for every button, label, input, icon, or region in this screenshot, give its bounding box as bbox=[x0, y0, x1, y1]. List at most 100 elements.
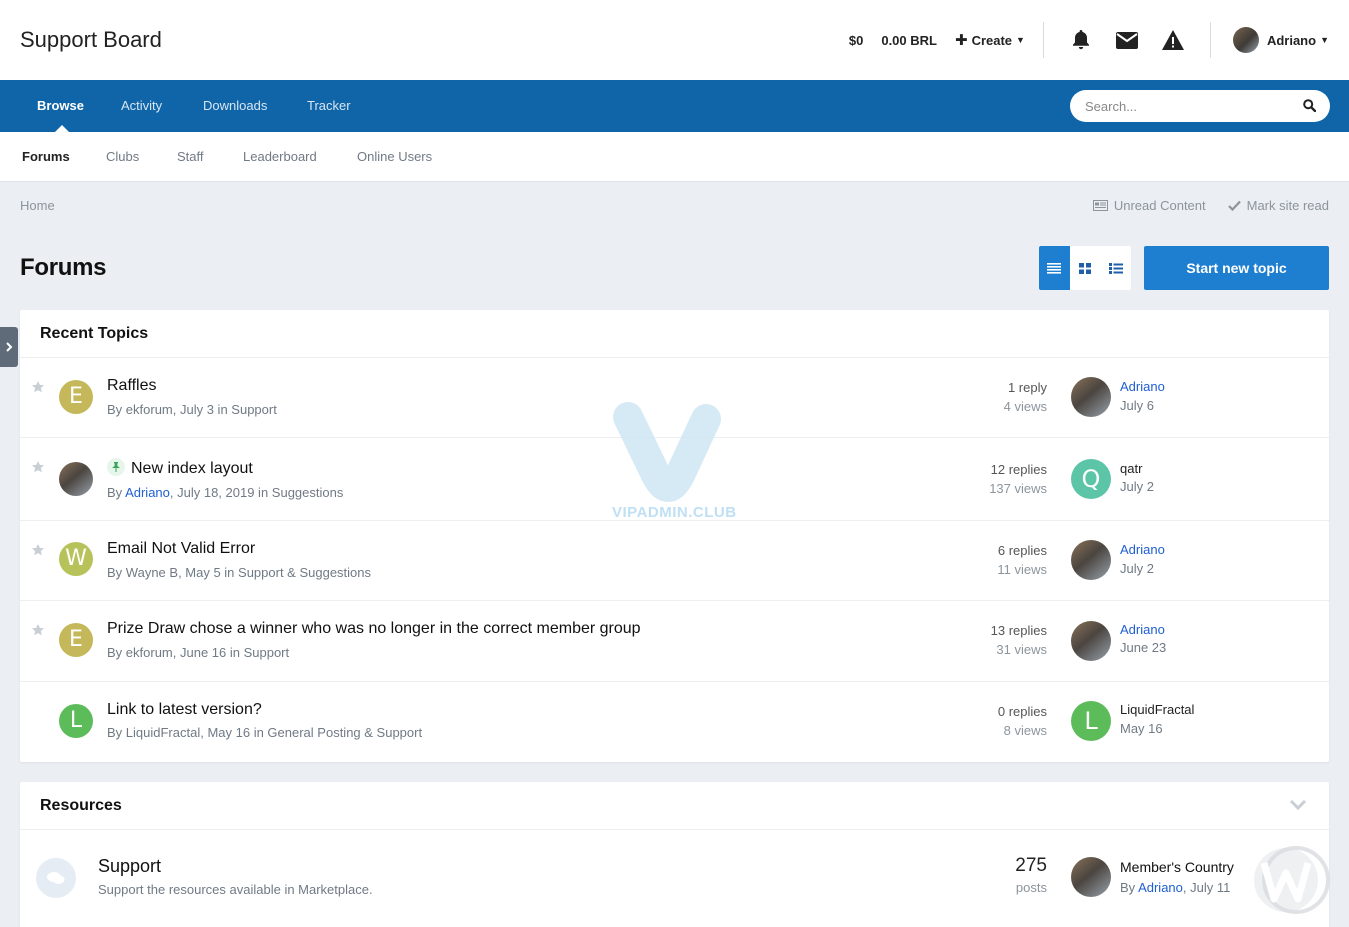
header-actions: $0 0.00 BRL ✚ Create ▼ Adriano ▼ bbox=[825, 0, 1329, 80]
chevron-right-icon bbox=[5, 342, 12, 352]
search-input[interactable] bbox=[1085, 97, 1285, 115]
reply-count: 12 replies bbox=[990, 462, 1047, 477]
topic-title[interactable]: New index layout bbox=[131, 460, 253, 477]
topic-author[interactable]: ekforum bbox=[126, 402, 173, 417]
topic-title-wrap[interactable]: New index layout bbox=[107, 458, 253, 478]
last-poster[interactable]: qatr bbox=[1120, 461, 1142, 476]
unread-content-label: Unread Content bbox=[1113, 198, 1206, 213]
star-icon[interactable] bbox=[32, 460, 44, 478]
breadcrumb[interactable]: Home bbox=[20, 198, 55, 213]
list-view-button[interactable] bbox=[1100, 246, 1131, 290]
nav-activity[interactable]: Activity bbox=[121, 80, 162, 132]
subnav-forums[interactable]: Forums bbox=[22, 132, 70, 182]
resources-card: Resources Support Support the resources … bbox=[20, 782, 1329, 927]
last-topic-author[interactable]: Adriano bbox=[1138, 880, 1183, 895]
breadcrumb-actions: Unread Content Mark site read bbox=[1071, 198, 1329, 213]
forum-title[interactable]: Support bbox=[98, 856, 161, 877]
pin-icon bbox=[107, 458, 125, 476]
topic-title[interactable]: Email Not Valid Error bbox=[107, 540, 255, 558]
topic-row[interactable]: E Prize Draw chose a winner who was no l… bbox=[20, 601, 1329, 682]
topic-title[interactable]: Prize Draw chose a winner who was no lon… bbox=[107, 620, 641, 638]
avatar[interactable]: L bbox=[59, 704, 93, 738]
view-count: 11 views bbox=[997, 562, 1047, 577]
start-new-topic-button[interactable]: Start new topic bbox=[1144, 246, 1329, 290]
last-poster[interactable]: Adriano bbox=[1120, 542, 1165, 557]
chat-bubbles-icon bbox=[36, 858, 76, 898]
recent-topics-heading: Recent Topics bbox=[20, 310, 1329, 358]
star-icon[interactable] bbox=[32, 543, 44, 561]
avatar[interactable] bbox=[59, 462, 93, 496]
last-post-date[interactable]: July 2 bbox=[1120, 479, 1154, 494]
table-view-button[interactable] bbox=[1039, 246, 1070, 290]
bell-icon[interactable] bbox=[1070, 29, 1092, 51]
topic-author[interactable]: Wayne B bbox=[126, 565, 178, 580]
last-poster[interactable]: Adriano bbox=[1120, 379, 1165, 394]
last-poster[interactable]: Adriano bbox=[1120, 622, 1165, 637]
balance-brl[interactable]: 0.00 BRL bbox=[881, 33, 937, 48]
grid-icon bbox=[1079, 262, 1091, 274]
envelope-icon[interactable] bbox=[1115, 29, 1138, 51]
topic-title[interactable]: Raffles bbox=[107, 377, 157, 395]
subnav-staff[interactable]: Staff bbox=[177, 132, 204, 182]
page-title: Forums bbox=[20, 254, 107, 281]
view-count: 8 views bbox=[1003, 723, 1047, 738]
topic-stats: 13 replies 31 views bbox=[991, 623, 1047, 657]
topic-stats: 12 replies 137 views bbox=[989, 462, 1047, 496]
avatar[interactable] bbox=[1071, 377, 1111, 417]
last-post-date[interactable]: July 2 bbox=[1120, 561, 1154, 576]
active-indicator bbox=[55, 125, 69, 132]
subnav-online-users[interactable]: Online Users bbox=[357, 132, 432, 182]
site-header: Support Board $0 0.00 BRL ✚ Create ▼ Adr… bbox=[0, 0, 1349, 80]
chevron-down-icon[interactable] bbox=[1289, 782, 1307, 830]
post-count: 275 bbox=[1015, 855, 1047, 876]
nav-downloads[interactable]: Downloads bbox=[203, 80, 267, 132]
topic-meta: By Wayne B, May 5 in Support & Suggestio… bbox=[107, 565, 372, 580]
post-count-label: posts bbox=[1015, 880, 1047, 895]
topic-row[interactable]: L Link to latest version? By LiquidFract… bbox=[20, 682, 1329, 761]
mark-site-read-link[interactable]: Mark site read bbox=[1227, 198, 1329, 213]
last-poster[interactable]: LiquidFractal bbox=[1120, 702, 1194, 717]
avatar[interactable] bbox=[1071, 621, 1111, 661]
warning-icon[interactable] bbox=[1161, 29, 1184, 51]
nav-tracker[interactable]: Tracker bbox=[307, 80, 351, 132]
header-divider bbox=[1209, 22, 1211, 58]
last-post-date[interactable]: June 23 bbox=[1120, 640, 1166, 655]
balance-usd[interactable]: $0 bbox=[849, 33, 863, 48]
avatar[interactable]: E bbox=[59, 380, 93, 414]
user-menu[interactable]: Adriano ▼ bbox=[1232, 27, 1329, 53]
subnav-leaderboard[interactable]: Leaderboard bbox=[243, 132, 317, 182]
subnav-clubs[interactable]: Clubs bbox=[106, 132, 139, 182]
unread-content-link[interactable]: Unread Content bbox=[1092, 198, 1206, 213]
resources-title: Resources bbox=[40, 797, 122, 814]
create-menu-button[interactable]: ✚ Create ▼ bbox=[955, 31, 1025, 49]
avatar[interactable] bbox=[1071, 857, 1111, 897]
last-post-date[interactable]: July 6 bbox=[1120, 398, 1154, 413]
last-post-date[interactable]: May 16 bbox=[1120, 721, 1163, 736]
forum-row[interactable]: Support Support the resources available … bbox=[20, 830, 1329, 927]
topic-author[interactable]: LiquidFractal bbox=[126, 725, 200, 740]
search-icon[interactable] bbox=[1303, 99, 1317, 117]
avatar[interactable]: W bbox=[59, 542, 93, 576]
avatar[interactable] bbox=[1071, 540, 1111, 580]
topic-row[interactable]: W Email Not Valid Error By Wayne B, May … bbox=[20, 521, 1329, 601]
topic-author[interactable]: Adriano bbox=[125, 485, 170, 500]
sidebar-toggle[interactable] bbox=[0, 327, 18, 367]
view-toggle bbox=[1039, 246, 1131, 290]
avatar[interactable]: E bbox=[59, 623, 93, 657]
resources-heading: Resources bbox=[20, 782, 1329, 830]
topic-stats: 0 replies 8 views bbox=[998, 704, 1047, 738]
avatar[interactable]: Q bbox=[1071, 459, 1111, 499]
list-lines-icon bbox=[1047, 262, 1062, 274]
avatar bbox=[1232, 27, 1259, 53]
star-icon[interactable] bbox=[32, 380, 44, 398]
last-topic-title[interactable]: Member's Country bbox=[1120, 859, 1234, 875]
star-icon[interactable] bbox=[32, 623, 44, 641]
topic-title[interactable]: Link to latest version? bbox=[107, 701, 262, 719]
grid-view-button[interactable] bbox=[1070, 246, 1101, 290]
topic-author[interactable]: ekforum bbox=[126, 645, 173, 660]
site-title[interactable]: Support Board bbox=[20, 27, 162, 53]
list-icon bbox=[1108, 262, 1123, 274]
topic-meta: By ekforum, June 16 in Support bbox=[107, 645, 290, 660]
plus-icon: ✚ bbox=[954, 32, 968, 49]
avatar[interactable]: L bbox=[1071, 701, 1111, 741]
